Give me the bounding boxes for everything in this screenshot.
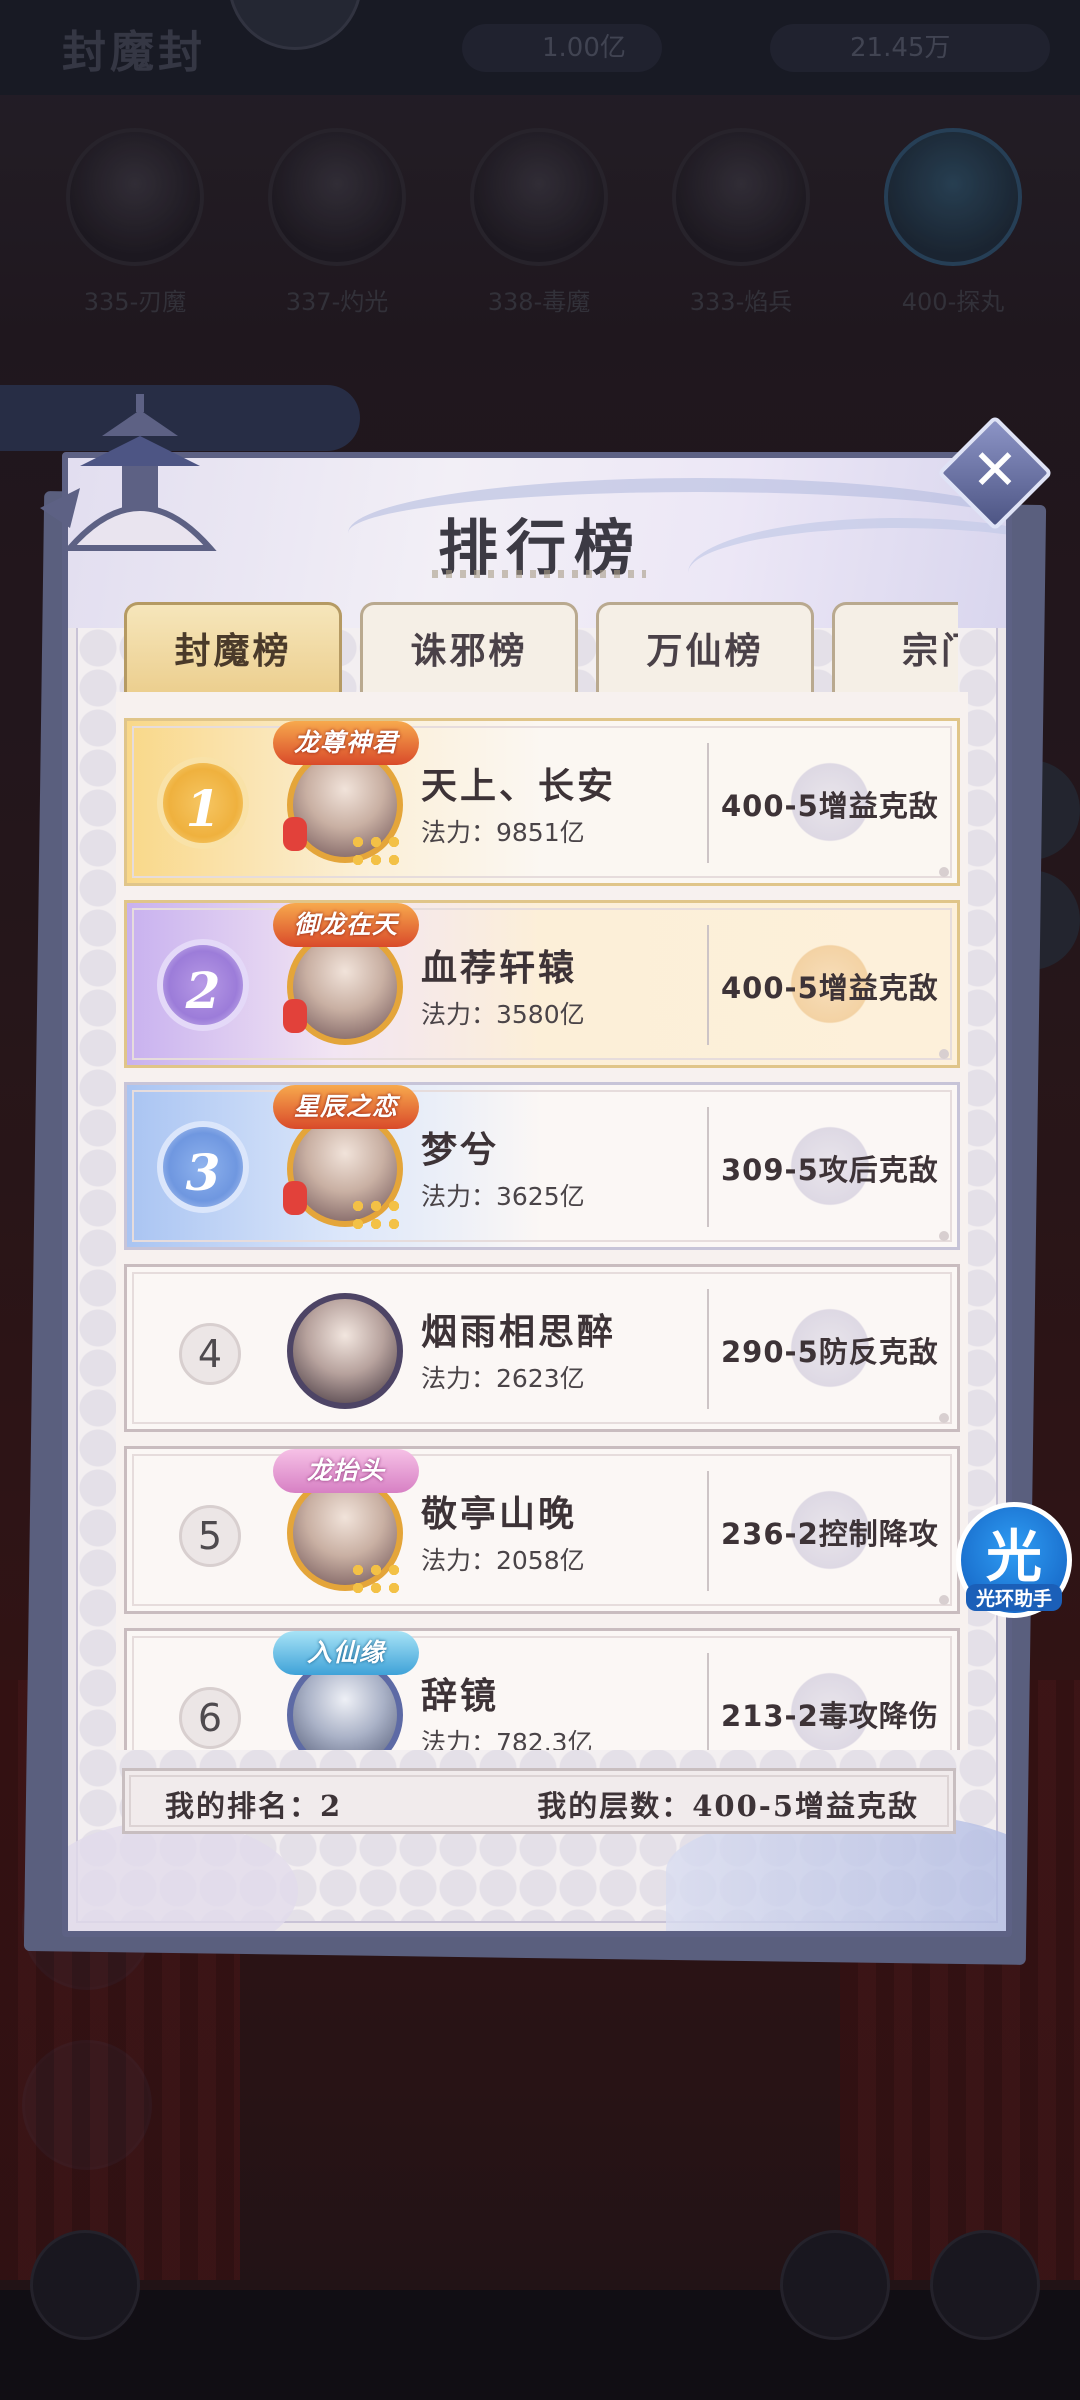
player-name: 梦兮 [421, 1129, 500, 1171]
player-name: 辞镜 [421, 1675, 500, 1717]
player-power: 法力：2623亿 [421, 1364, 585, 1393]
divider [707, 1471, 709, 1591]
avatar-frame-badge: 星辰之恋 [273, 1085, 419, 1129]
avatar-frame-badge: 龙抬头 [273, 1449, 419, 1493]
bronze-medal-icon: 3 [157, 1121, 249, 1213]
tab-zhuxie[interactable]: 诛邪榜 [360, 602, 578, 692]
tab-zongmen[interactable]: 宗门 [832, 602, 958, 692]
divider [707, 1107, 709, 1227]
avatar-frame-badge: 入仙缘 [273, 1631, 419, 1675]
avatar-frame-badge: 龙尊神君 [273, 721, 419, 765]
player-layer: 400-5增益克敌 [721, 971, 939, 1005]
ranking-row[interactable]: 5 龙抬头 敬亭山晚 法力：2058亿 236-2控制降攻 [124, 1446, 960, 1614]
title-ornament [432, 570, 646, 578]
player-layer: 236-2控制降攻 [721, 1517, 939, 1551]
lantern-icon [283, 999, 307, 1033]
my-layer: 我的层数：400-5增益克敌 [537, 1789, 919, 1823]
avatar-frame-badge: 御龙在天 [273, 903, 419, 947]
gold-medal-icon: 1 [157, 757, 249, 849]
player-power: 法力：3580亿 [421, 1000, 585, 1029]
ranking-list[interactable]: 1 龙尊神君 天上、长安 法力：9851亿 400-5增益克敌 2 御龙在天 血… [116, 692, 968, 1750]
ranking-row[interactable]: 1 龙尊神君 天上、长安 法力：9851亿 400-5增益克敌 [124, 718, 960, 886]
player-avatar[interactable] [287, 1293, 403, 1409]
player-name: 烟雨相思醉 [421, 1311, 617, 1353]
corner-ornament [939, 867, 949, 877]
corner-ornament [939, 1231, 949, 1241]
player-power: 法力：2058亿 [421, 1546, 585, 1575]
player-layer: 309-5攻后克敌 [721, 1153, 939, 1187]
coins-icon [349, 1561, 401, 1601]
corner-ornament [939, 1049, 949, 1059]
my-rank: 我的排名：2 [165, 1789, 343, 1823]
ranking-row[interactable]: 2 御龙在天 血荐轩辕 法力：3580亿 400-5增益克敌 [124, 900, 960, 1068]
rank-number: 4 [179, 1323, 241, 1385]
divider [707, 1653, 709, 1750]
corner-ornament [939, 1413, 949, 1423]
coins-icon [349, 833, 401, 873]
divider [707, 743, 709, 863]
lantern-icon [283, 1181, 307, 1215]
player-layer: 213-2毒攻降伤 [721, 1699, 939, 1733]
lantern-icon [283, 817, 307, 851]
corner-ornament [939, 1595, 949, 1605]
divider [707, 1289, 709, 1409]
ranking-row[interactable]: 6 入仙缘 辞镜 法力：782.3亿 213-2毒攻降伤 [124, 1628, 960, 1750]
player-layer: 400-5增益克敌 [721, 789, 939, 823]
rank-number: 6 [179, 1687, 241, 1749]
rank-number: 5 [179, 1505, 241, 1567]
silver-medal-icon: 2 [157, 939, 249, 1031]
player-name: 血荐轩辕 [421, 947, 578, 989]
helper-icon[interactable]: 光 [956, 1512, 1072, 1593]
tab-bar: 封魔榜 诛邪榜 万仙榜 宗门 [124, 602, 958, 692]
my-ranking-bar: 我的排名：2 我的层数：400-5增益克敌 [122, 1768, 956, 1834]
tab-wanxian[interactable]: 万仙榜 [596, 602, 814, 692]
close-icon[interactable]: ✕ [954, 430, 1036, 512]
player-power: 法力：3625亿 [421, 1182, 585, 1211]
helper-label[interactable]: 光环助手 [966, 1584, 1062, 1611]
divider [707, 925, 709, 1045]
player-layer: 290-5防反克敌 [721, 1335, 939, 1369]
coins-icon [349, 1197, 401, 1237]
ranking-row[interactable]: 4 烟雨相思醉 法力：2623亿 290-5防反克敌 [124, 1264, 960, 1432]
tab-fengmo[interactable]: 封魔榜 [124, 602, 342, 692]
ranking-row[interactable]: 3 星辰之恋 梦兮 法力：3625亿 309-5攻后克敌 [124, 1082, 960, 1250]
player-name: 敬亭山晚 [421, 1493, 578, 1535]
player-power: 法力：782.3亿 [421, 1728, 593, 1750]
player-name: 天上、长安 [421, 765, 617, 807]
player-power: 法力：9851亿 [421, 818, 585, 847]
